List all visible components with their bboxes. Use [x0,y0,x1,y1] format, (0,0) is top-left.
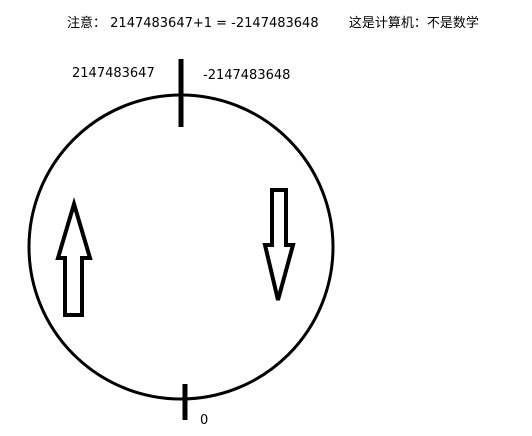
down-arrow-icon [262,188,296,301]
max-int-label: 2147483647 [72,66,155,81]
min-int-label: -2147483648 [203,68,291,83]
up-arrow-icon [55,196,93,317]
zero-label: 0 [200,413,209,428]
